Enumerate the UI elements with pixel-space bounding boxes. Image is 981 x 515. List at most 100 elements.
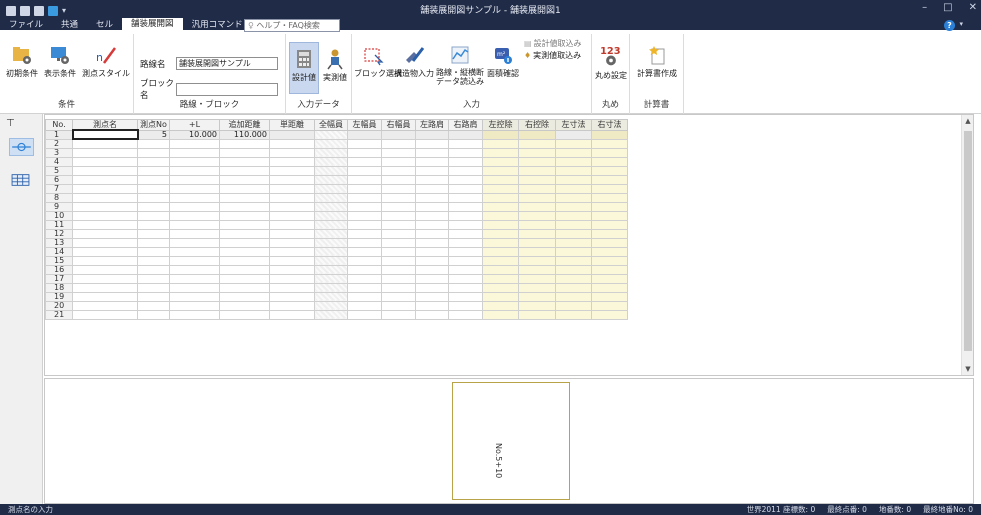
grid-cell[interactable] xyxy=(518,174,556,185)
grid-cell[interactable] xyxy=(137,255,170,266)
grid-cell[interactable] xyxy=(314,138,348,149)
grid-cell[interactable] xyxy=(555,192,592,203)
route-profile-load-button[interactable]: 路線・縦横断 データ読込み xyxy=(436,44,484,86)
grid-cell[interactable] xyxy=(137,174,170,185)
grid-cell[interactable] xyxy=(482,282,519,293)
grid-cell[interactable] xyxy=(137,201,170,212)
grid-cell[interactable] xyxy=(347,219,382,230)
grid-cell[interactable] xyxy=(415,273,449,284)
grid-cell[interactable] xyxy=(347,309,382,320)
grid-cell[interactable] xyxy=(415,309,449,320)
grid-cell[interactable] xyxy=(269,174,315,185)
grid-cell[interactable] xyxy=(448,237,483,248)
grid-cell[interactable] xyxy=(591,138,628,149)
grid-cell[interactable] xyxy=(314,192,348,203)
grid-cell[interactable] xyxy=(482,237,519,248)
grid-cell[interactable] xyxy=(591,300,628,311)
grid-cell[interactable] xyxy=(219,291,270,302)
grid-cell[interactable] xyxy=(482,264,519,275)
grid-cell[interactable] xyxy=(314,273,348,284)
grid-cell[interactable] xyxy=(137,264,170,275)
tab-cell[interactable]: セル xyxy=(87,19,122,33)
grid-cell[interactable] xyxy=(314,300,348,311)
create-calculation-sheet-button[interactable]: 計算書作成 xyxy=(633,44,681,79)
grid-cell[interactable] xyxy=(518,228,556,239)
grid-cell[interactable] xyxy=(314,264,348,275)
import-design-value-button[interactable]: ▤ 設計値取込み xyxy=(524,38,582,49)
station-style-button[interactable]: n 測点スタイル xyxy=(80,44,132,79)
grid-cell[interactable] xyxy=(415,165,449,176)
grid-cell[interactable] xyxy=(269,255,315,266)
import-measured-value-button[interactable]: ♦ 実測値取込み xyxy=(524,50,581,61)
grid-cell[interactable] xyxy=(347,282,382,293)
grid-cell[interactable] xyxy=(72,237,138,248)
tab-file[interactable]: ファイル xyxy=(0,19,52,33)
grid-cell[interactable] xyxy=(347,264,382,275)
grid-cell[interactable] xyxy=(555,201,592,212)
grid-cell[interactable] xyxy=(555,183,592,194)
grid-cell[interactable] xyxy=(71,129,139,140)
grid-cell[interactable] xyxy=(169,147,220,158)
drawing-preview-pane[interactable]: No.5+10 xyxy=(44,378,974,504)
grid-cell[interactable] xyxy=(555,228,592,239)
grid-cell[interactable] xyxy=(137,273,170,284)
grid-cell[interactable] xyxy=(347,237,382,248)
grid-cell[interactable] xyxy=(448,291,483,302)
grid-cell[interactable] xyxy=(591,165,628,176)
grid-cell[interactable] xyxy=(381,273,416,284)
structure-input-button[interactable]: 構造物入力 xyxy=(394,44,434,79)
grid-cell[interactable] xyxy=(448,282,483,293)
grid-vertical-scrollbar[interactable]: ▲ ▼ xyxy=(961,115,973,375)
grid-cell[interactable] xyxy=(169,282,220,293)
close-icon[interactable]: ✕ xyxy=(969,2,977,13)
grid-cell[interactable] xyxy=(137,183,170,194)
grid-cell[interactable] xyxy=(518,219,556,230)
grid-cell[interactable] xyxy=(72,264,138,275)
grid-cell[interactable] xyxy=(269,138,315,149)
grid-cell[interactable] xyxy=(219,246,270,257)
grid-cell[interactable] xyxy=(555,300,592,311)
grid-cell[interactable] xyxy=(137,138,170,149)
grid-cell[interactable] xyxy=(518,165,556,176)
grid-cell[interactable] xyxy=(555,219,592,230)
grid-cell[interactable] xyxy=(482,210,519,221)
grid-cell[interactable] xyxy=(137,246,170,257)
grid-cell[interactable] xyxy=(269,228,315,239)
grid-cell[interactable] xyxy=(518,192,556,203)
grid-cell[interactable] xyxy=(591,291,628,302)
grid-cell[interactable] xyxy=(591,273,628,284)
initial-conditions-button[interactable]: 初期条件 xyxy=(4,44,40,79)
grid-cell[interactable] xyxy=(169,228,220,239)
grid-cell[interactable] xyxy=(415,174,449,185)
grid-cell[interactable] xyxy=(381,165,416,176)
grid-cell[interactable] xyxy=(415,246,449,257)
grid-cell[interactable] xyxy=(314,174,348,185)
grid-cell[interactable] xyxy=(219,201,270,212)
block-name-field[interactable] xyxy=(176,82,278,96)
grid-cell[interactable] xyxy=(72,255,138,266)
grid-cell[interactable] xyxy=(555,264,592,275)
grid-cell[interactable] xyxy=(555,246,592,257)
grid-cell[interactable] xyxy=(137,300,170,311)
grid-cell[interactable] xyxy=(219,156,270,167)
grid-cell[interactable] xyxy=(269,147,315,158)
grid-cell[interactable] xyxy=(448,138,483,149)
grid-cell[interactable] xyxy=(269,219,315,230)
grid-cell[interactable] xyxy=(482,255,519,266)
grid-cell[interactable] xyxy=(72,183,138,194)
grid-cell[interactable] xyxy=(314,282,348,293)
grid-cell[interactable] xyxy=(269,264,315,275)
scroll-thumb[interactable] xyxy=(964,131,972,351)
grid-cell[interactable] xyxy=(72,147,138,158)
grid-cell[interactable] xyxy=(555,138,592,149)
grid-cell[interactable] xyxy=(137,210,170,221)
grid-cell[interactable] xyxy=(415,219,449,230)
grid-cell[interactable] xyxy=(72,201,138,212)
grid-cell[interactable] xyxy=(314,147,348,158)
grid-cell[interactable] xyxy=(381,237,416,248)
grid-cell[interactable] xyxy=(555,291,592,302)
grid-cell[interactable] xyxy=(482,228,519,239)
grid-cell[interactable] xyxy=(169,192,220,203)
grid-cell[interactable] xyxy=(591,156,628,167)
grid-cell[interactable]: 110.000 xyxy=(219,129,270,140)
